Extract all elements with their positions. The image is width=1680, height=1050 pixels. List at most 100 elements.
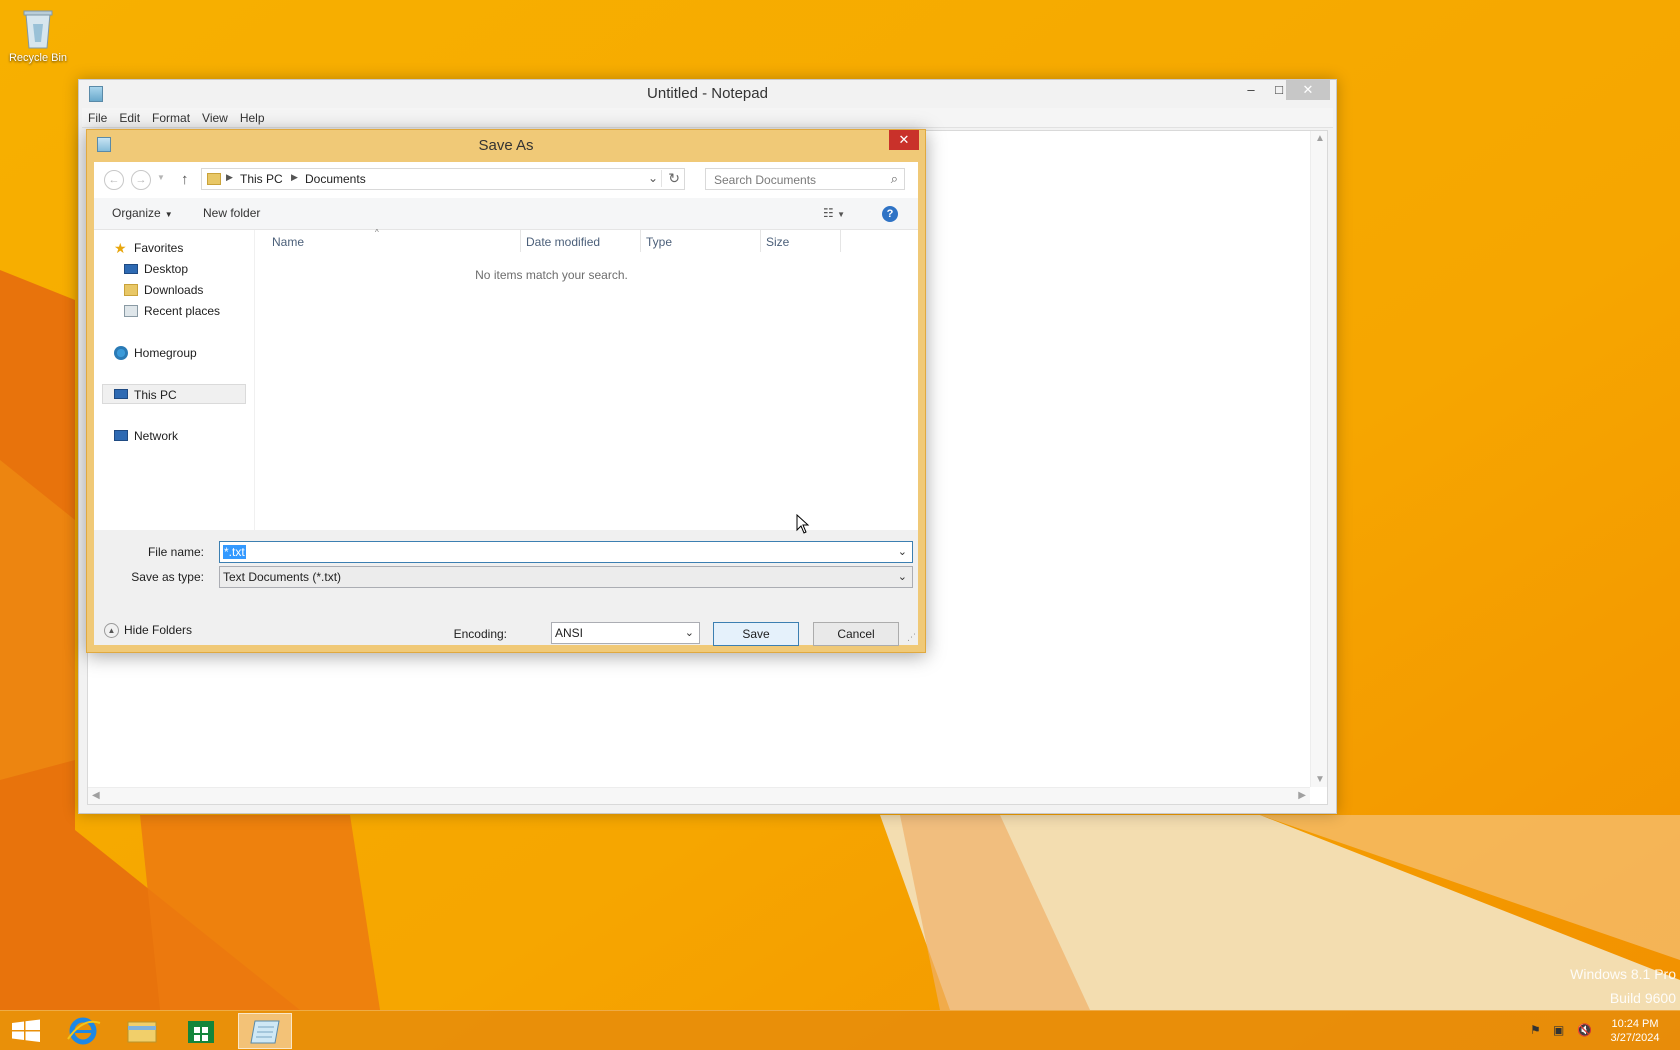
nav-network-label: Network bbox=[134, 429, 179, 443]
store-taskbar-button[interactable] bbox=[174, 1013, 228, 1049]
chevron-down-icon[interactable]: ⌄ bbox=[898, 545, 907, 558]
organize-label: Organize bbox=[112, 206, 161, 220]
scroll-down-icon[interactable]: ▼ bbox=[1315, 774, 1325, 785]
dialog-body: ← → ▼ ↑ ▶ This PC ▶ Documents ⌄ ↻ Search… bbox=[94, 162, 918, 646]
back-arrow-icon[interactable]: ← bbox=[104, 170, 124, 190]
mouse-cursor-icon bbox=[796, 514, 810, 534]
column-divider[interactable] bbox=[640, 230, 641, 252]
minimize-button[interactable]: – bbox=[1238, 80, 1264, 100]
organize-button[interactable]: Organize ▼ bbox=[112, 206, 173, 220]
taskbar-clock[interactable]: 10:24 PM 3/27/2024 bbox=[1600, 1017, 1670, 1045]
refresh-icon[interactable]: ↻ bbox=[661, 170, 680, 187]
start-button[interactable] bbox=[0, 1013, 54, 1049]
column-header-size[interactable]: Size bbox=[766, 235, 789, 249]
save-as-dialog: Save As ✕ ← → ▼ ↑ ▶ This PC ▶ Documents … bbox=[86, 129, 926, 653]
breadcrumb-separator-icon[interactable]: ▶ bbox=[226, 172, 233, 183]
recycle-bin-shortcut[interactable]: Recycle Bin bbox=[4, 6, 72, 64]
close-button[interactable]: ✕ bbox=[1286, 80, 1330, 100]
menu-file[interactable]: File bbox=[82, 108, 113, 128]
column-header-date-modified[interactable]: Date modified bbox=[526, 235, 600, 249]
file-explorer-icon bbox=[127, 1021, 157, 1043]
action-center-flag-icon[interactable]: ⚑ bbox=[1530, 1023, 1541, 1037]
search-icon[interactable]: ⌕ bbox=[891, 171, 898, 187]
nav-downloads-label: Downloads bbox=[144, 283, 204, 297]
scroll-left-icon[interactable]: ◀ bbox=[92, 790, 100, 801]
file-name-input[interactable]: *.txt ⌄ bbox=[219, 541, 913, 563]
nav-desktop-label: Desktop bbox=[144, 262, 189, 276]
cancel-button[interactable]: Cancel bbox=[813, 622, 899, 646]
notepad-taskbar-button[interactable] bbox=[238, 1013, 292, 1049]
hide-folders-toggle[interactable]: ▲ Hide Folders bbox=[104, 623, 193, 639]
save-as-type-select[interactable]: Text Documents (*.txt) ⌄ bbox=[219, 566, 913, 588]
up-arrow-icon[interactable]: ↑ bbox=[181, 171, 189, 188]
menu-help[interactable]: Help bbox=[234, 108, 271, 128]
internet-explorer-taskbar-button[interactable] bbox=[56, 1013, 110, 1049]
scroll-up-icon[interactable]: ▲ bbox=[1315, 133, 1325, 144]
dropdown-caret-icon: ▼ bbox=[164, 210, 173, 219]
save-as-type-label: Save as type: bbox=[131, 570, 204, 584]
column-header-name[interactable]: Name bbox=[272, 235, 304, 249]
hide-folders-label: Hide Folders bbox=[124, 623, 193, 637]
taskbar: ⚑ ▣ 🔇 10:24 PM 3/27/2024 bbox=[0, 1010, 1680, 1050]
volume-muted-icon[interactable]: 🔇 bbox=[1577, 1023, 1592, 1037]
desktop-icon bbox=[124, 264, 138, 274]
nav-homegroup-label: Homegroup bbox=[134, 346, 197, 360]
encoding-select[interactable]: ANSI ⌄ bbox=[551, 622, 700, 644]
dropdown-caret-icon: ▼ bbox=[837, 210, 846, 219]
horizontal-scrollbar[interactable]: ◀ ▶ bbox=[88, 787, 1310, 804]
dialog-close-button[interactable]: ✕ bbox=[889, 130, 919, 150]
internet-explorer-icon bbox=[67, 1017, 101, 1045]
navigation-pane: ★ Favorites Desktop Downloads Recent pla… bbox=[94, 230, 254, 530]
file-explorer-taskbar-button[interactable] bbox=[115, 1013, 169, 1049]
details-view-icon: ☷ bbox=[823, 206, 834, 220]
recent-locations-chevron-icon[interactable]: ▼ bbox=[157, 173, 165, 182]
notepad-menubar: File Edit Format View Help bbox=[82, 108, 1333, 128]
search-box[interactable]: Search Documents ⌕ bbox=[705, 168, 905, 190]
chevron-down-icon[interactable]: ⌄ bbox=[898, 570, 907, 583]
file-name-value: *.txt bbox=[223, 545, 246, 559]
column-header-type[interactable]: Type bbox=[646, 235, 672, 249]
vertical-scrollbar[interactable]: ▲ ▼ bbox=[1310, 131, 1327, 787]
computer-icon bbox=[114, 389, 128, 399]
nav-recent-places-label: Recent places bbox=[144, 304, 221, 318]
nav-this-pc-label: This PC bbox=[134, 388, 177, 402]
encoding-label: Encoding: bbox=[453, 627, 507, 641]
chevron-down-icon[interactable]: ⌄ bbox=[685, 626, 694, 639]
address-dropdown-icon[interactable]: ⌄ bbox=[648, 171, 658, 185]
recycle-bin-icon bbox=[23, 10, 53, 49]
breadcrumb-this-pc[interactable]: This PC bbox=[240, 172, 283, 186]
scroll-right-icon[interactable]: ▶ bbox=[1298, 790, 1306, 801]
file-list-pane[interactable]: ^ Name Date modified Type Size No items … bbox=[254, 228, 918, 530]
nav-this-pc[interactable]: This PC bbox=[102, 384, 246, 404]
column-divider[interactable] bbox=[840, 230, 841, 252]
breadcrumb-separator-icon[interactable]: ▶ bbox=[291, 172, 298, 183]
save-options-area: File name: *.txt ⌄ Save as type: Text Do… bbox=[94, 530, 918, 646]
network-status-icon[interactable]: ▣ bbox=[1553, 1023, 1564, 1037]
clock-time: 10:24 PM bbox=[1611, 1018, 1659, 1030]
new-folder-button[interactable]: New folder bbox=[203, 206, 260, 220]
save-button[interactable]: Save bbox=[713, 622, 799, 646]
change-view-button[interactable]: ☷ ▼ bbox=[823, 206, 861, 220]
recycle-bin-label: Recycle Bin bbox=[8, 52, 68, 64]
collapse-up-icon: ▲ bbox=[104, 623, 119, 639]
menu-format[interactable]: Format bbox=[146, 108, 196, 128]
navigation-bar: ← → ▼ ↑ ▶ This PC ▶ Documents ⌄ ↻ Search… bbox=[94, 162, 918, 198]
address-bar[interactable]: ▶ This PC ▶ Documents ⌄ ↻ bbox=[201, 168, 685, 190]
help-icon[interactable]: ? bbox=[882, 206, 898, 222]
menu-edit[interactable]: Edit bbox=[113, 108, 146, 128]
network-icon bbox=[114, 430, 128, 441]
menu-view[interactable]: View bbox=[196, 108, 234, 128]
search-placeholder: Search Documents bbox=[714, 173, 817, 187]
resize-grip-icon[interactable]: ⋰ bbox=[907, 632, 916, 643]
file-name-label: File name: bbox=[147, 545, 204, 559]
notepad-titlebar[interactable]: Untitled - Notepad – □ ✕ bbox=[79, 80, 1336, 108]
column-divider[interactable] bbox=[760, 230, 761, 252]
homegroup-icon bbox=[114, 346, 128, 360]
windows-logo-icon bbox=[12, 1019, 40, 1042]
nav-favorites-label: Favorites bbox=[134, 241, 184, 255]
save-as-type-value: Text Documents (*.txt) bbox=[223, 570, 342, 584]
column-divider[interactable] bbox=[520, 230, 521, 252]
breadcrumb-documents[interactable]: Documents bbox=[305, 172, 366, 186]
encoding-value: ANSI bbox=[555, 626, 584, 640]
forward-arrow-icon[interactable]: → bbox=[131, 170, 151, 190]
